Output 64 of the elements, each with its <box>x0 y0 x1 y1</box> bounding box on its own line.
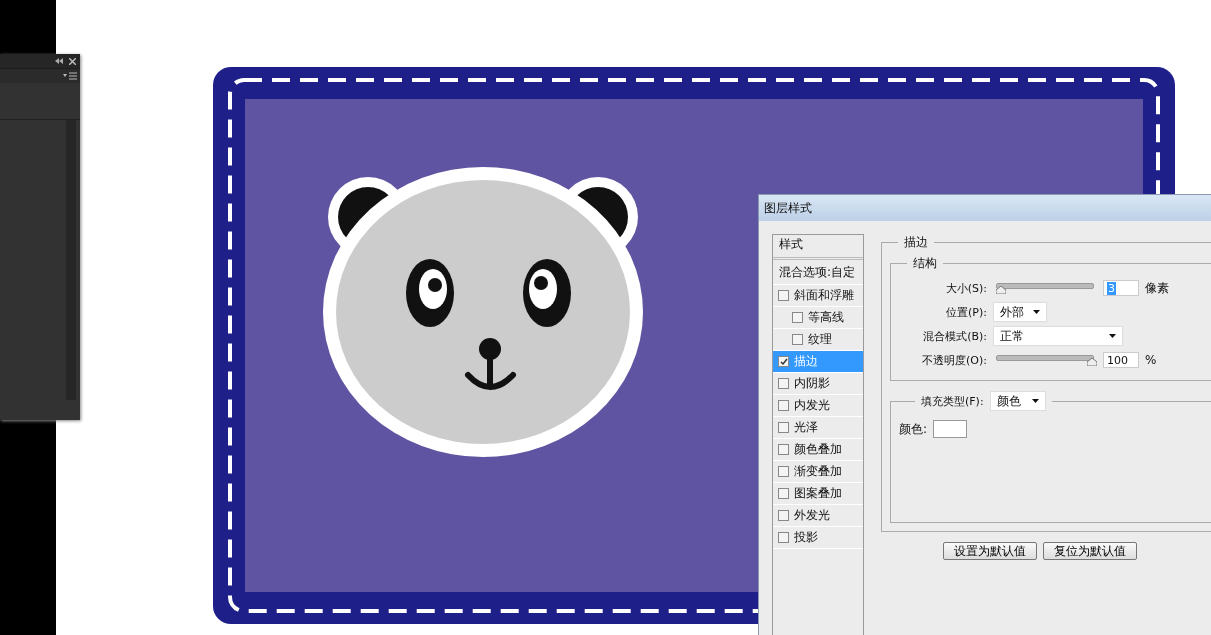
unit-label: % <box>1145 353 1157 367</box>
collapse-icon[interactable] <box>55 58 63 64</box>
checkbox[interactable] <box>778 444 789 455</box>
dropdown-arrow-icon <box>1033 310 1040 314</box>
dropdown-arrow-icon <box>1031 399 1039 403</box>
list-header: 样式 <box>773 235 863 260</box>
color-swatch[interactable] <box>933 420 968 438</box>
checkbox[interactable] <box>778 400 789 411</box>
style-list-item[interactable]: 投影 <box>773 527 863 549</box>
dropdown[interactable]: 颜色 <box>989 391 1046 411</box>
checkbox[interactable] <box>778 378 789 389</box>
style-label: 光泽 <box>794 419 818 436</box>
style-list-item[interactable]: 内阴影 <box>773 373 863 395</box>
style-list-item[interactable]: 光泽 <box>773 417 863 439</box>
style-list-item[interactable]: 渐变叠加 <box>773 461 863 483</box>
style-label: 描边 <box>794 353 818 370</box>
slider-thumb[interactable] <box>1087 358 1097 366</box>
style-list-item[interactable]: 颜色叠加 <box>773 439 863 461</box>
field-label: 位置(P): <box>945 304 987 320</box>
checkbox[interactable] <box>792 312 803 323</box>
style-list-item[interactable]: 斜面和浮雕 <box>773 285 863 307</box>
dropdown-arrow-icon <box>1109 334 1116 338</box>
field-label: 大小(S): <box>944 280 987 296</box>
field-label: 填充类型(F): <box>921 393 984 409</box>
style-list-item[interactable]: 图案叠加 <box>773 483 863 505</box>
blend-options-item[interactable]: 混合选项:自定 <box>773 260 863 285</box>
default-button[interactable]: 复位为默认值 <box>1043 542 1137 560</box>
default-button[interactable]: 设置为默认值 <box>943 542 1037 560</box>
dialog-title: 图层样式 <box>759 195 1211 221</box>
dropdown[interactable]: 正常 <box>993 326 1123 346</box>
group-title: 结构 <box>912 255 938 272</box>
style-label: 颜色叠加 <box>794 441 842 458</box>
dropdown[interactable]: 外部 <box>993 302 1047 322</box>
style-list-item[interactable]: 等高线 <box>773 307 863 329</box>
group-title: 描边 <box>903 234 929 251</box>
checkbox[interactable] <box>778 466 789 477</box>
style-label: 投影 <box>794 529 818 546</box>
style-label: 渐变叠加 <box>794 463 842 480</box>
checkbox[interactable] <box>778 510 789 521</box>
slider[interactable] <box>993 282 1097 294</box>
checkbox[interactable] <box>778 532 789 543</box>
field-label: 混合模式(B): <box>922 328 987 344</box>
checkbox[interactable] <box>778 290 789 301</box>
style-label: 图案叠加 <box>794 485 842 502</box>
close-icon[interactable] <box>69 57 76 65</box>
slider-thumb[interactable] <box>995 286 1006 294</box>
opacity-field[interactable]: 100 <box>1103 352 1139 368</box>
checkbox[interactable] <box>778 356 789 367</box>
style-label: 纹理 <box>808 331 832 348</box>
style-label: 斜面和浮雕 <box>794 287 854 304</box>
style-label: 外发光 <box>794 507 830 524</box>
field-label: 颜色: <box>899 420 928 438</box>
style-list-item[interactable]: 内发光 <box>773 395 863 417</box>
style-label: 内阴影 <box>794 375 830 392</box>
field-label: 不透明度(O): <box>921 352 987 368</box>
checkbox[interactable] <box>778 422 789 433</box>
checkbox[interactable] <box>778 488 789 499</box>
slider[interactable] <box>993 354 1097 366</box>
checkbox[interactable] <box>792 334 803 345</box>
style-list-item[interactable]: 外发光 <box>773 505 863 527</box>
unit-label: 像素 <box>1145 279 1169 297</box>
style-label: 内发光 <box>794 397 830 414</box>
menu-icon[interactable] <box>63 72 77 80</box>
style-label: 等高线 <box>808 309 844 326</box>
